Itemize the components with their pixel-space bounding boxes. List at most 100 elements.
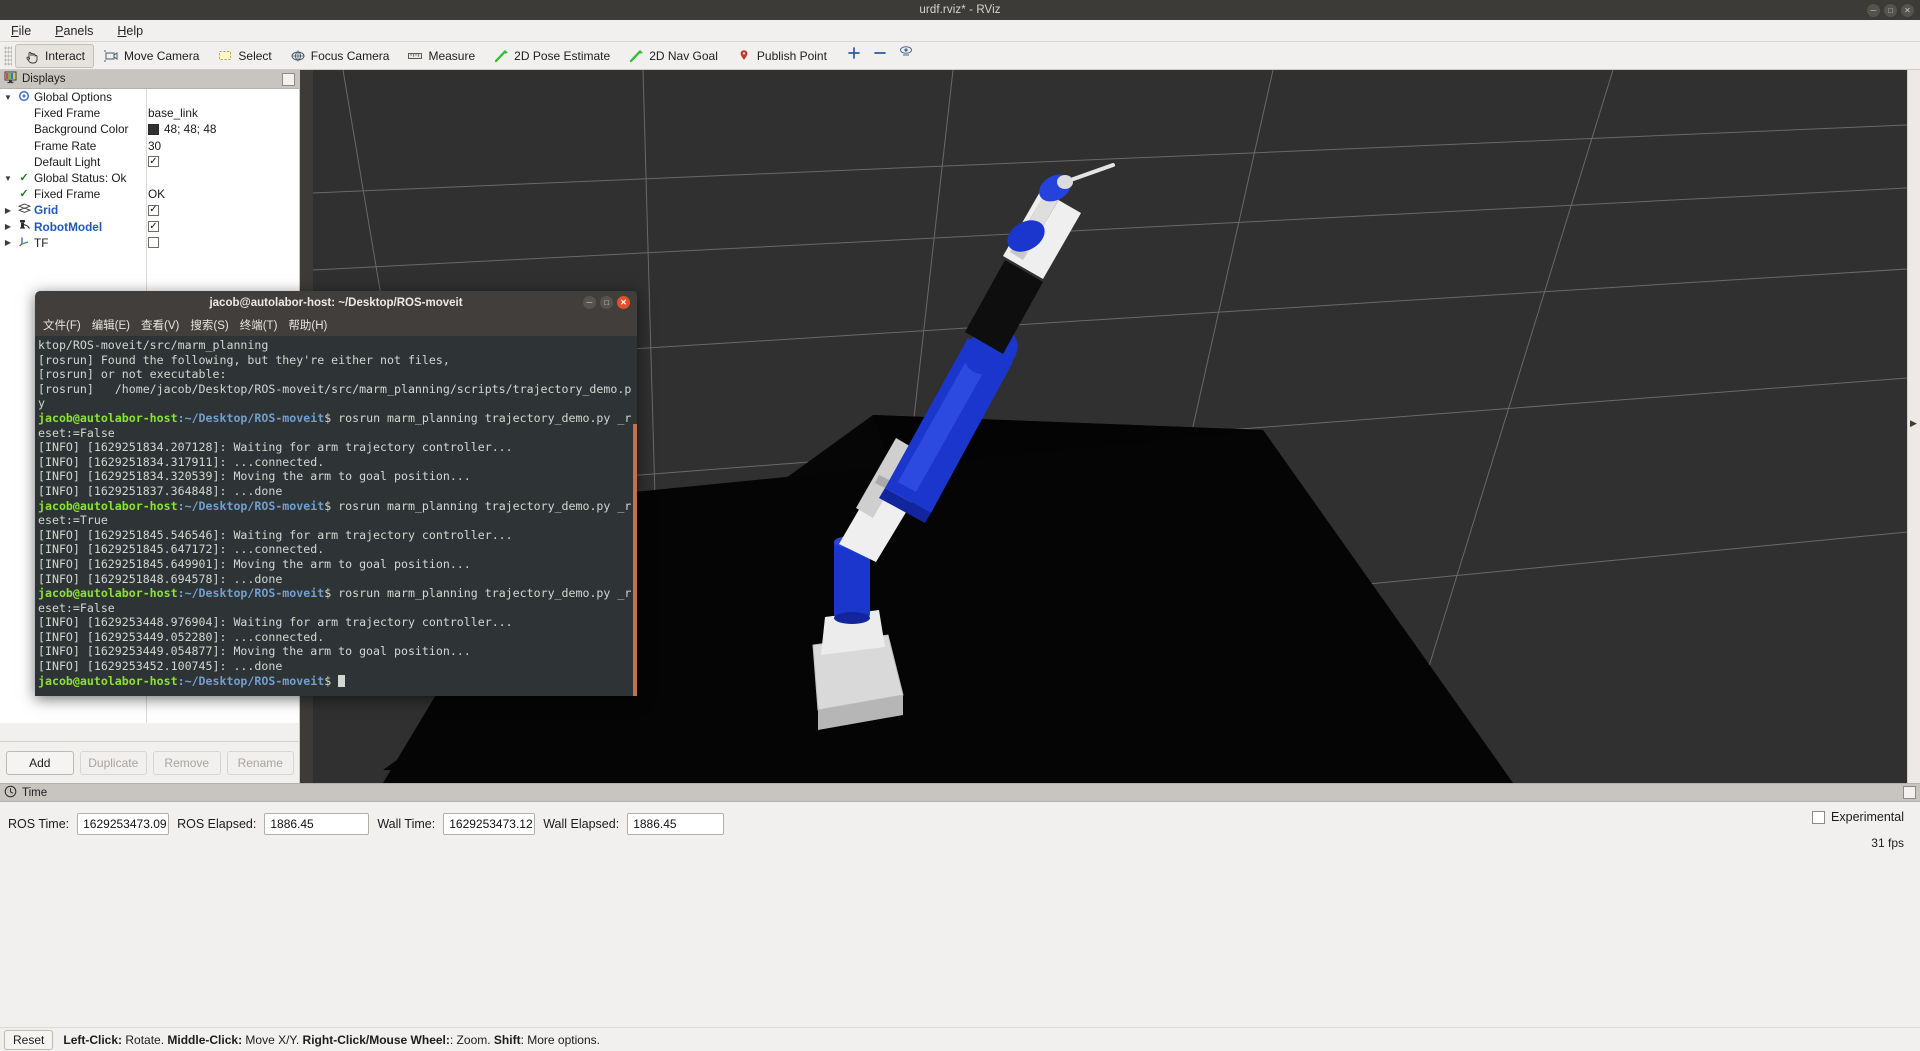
terminal-prompt-user: jacob@autolabor-host — [38, 498, 178, 513]
main-toolbar: Interact Move Camera Select Focus Camera… — [0, 42, 1920, 70]
hint-segment: Move X/Y. — [242, 1032, 303, 1047]
grid-checkbox[interactable]: ✓ — [148, 204, 159, 216]
color-swatch[interactable] — [148, 123, 159, 135]
fixed-frame-status-value: OK — [148, 187, 166, 202]
terminal-close-icon[interactable]: ✕ — [617, 296, 630, 309]
tree-label: Default Light — [34, 154, 101, 169]
ros-elapsed-field[interactable]: 1886.45 — [264, 813, 370, 835]
tool-move-camera[interactable]: Move Camera — [94, 44, 208, 68]
chevron-right-icon[interactable]: ▶ — [0, 238, 16, 247]
time-float-button[interactable] — [1903, 786, 1916, 799]
ros-time-field[interactable]: 1629253473.09 — [77, 813, 170, 835]
menu-file[interactable]: File — [8, 23, 34, 39]
tree-value[interactable]: base_link — [148, 106, 198, 120]
rviz-application: urdf.rviz* - RViz ─ □ ✕ File Panels Help… — [0, 0, 1920, 1051]
tree-row-grid[interactable]: ▶ Grid ✓ — [0, 202, 299, 218]
tree-row-global-options[interactable]: ▼ Global Options — [0, 89, 299, 105]
tree-row-frame-rate[interactable]: Frame Rate 30 — [0, 138, 299, 154]
terminal-menu-edit[interactable]: 编辑(E) — [92, 317, 130, 333]
tree-value[interactable]: ✓ — [148, 156, 159, 168]
experimental-checkbox[interactable] — [1812, 810, 1826, 824]
window-controls: ─ □ ✕ — [1867, 4, 1914, 17]
tf-checkbox[interactable] — [148, 237, 159, 249]
tool-focus-camera[interactable]: Focus Camera — [281, 44, 399, 68]
terminal-minimize-icon[interactable]: ─ — [583, 296, 596, 309]
tree-label: Fixed Frame — [34, 187, 101, 202]
terminal-menu-view[interactable]: 查看(V) — [141, 317, 179, 333]
hint-segment: Shift — [493, 1032, 521, 1047]
duplicate-button[interactable]: Duplicate — [79, 750, 147, 775]
tree-value[interactable]: 48; 48; 48 — [148, 122, 216, 136]
terminal-menu-search[interactable]: 搜索(S) — [190, 317, 228, 333]
minimize-icon[interactable]: ─ — [1867, 4, 1880, 17]
terminal-window[interactable]: jacob@autolabor-host: ~/Desktop/ROS-move… — [35, 291, 637, 696]
robotmodel-checkbox[interactable]: ✓ — [148, 221, 159, 233]
terminal-menu-file[interactable]: 文件(F) — [43, 317, 81, 333]
plus-icon[interactable] — [846, 45, 862, 66]
add-button[interactable]: Add — [6, 750, 74, 775]
rename-button[interactable]: Rename — [226, 750, 294, 775]
menu-panels[interactable]: Panels — [52, 23, 96, 39]
chevron-right-icon[interactable]: ▶ — [1910, 418, 1917, 429]
terminal-output[interactable]: ktop/ROS-moveit/src/marm_planning [rosru… — [35, 336, 637, 696]
status-bar: Reset Left-Click: Rotate. Middle-Click: … — [0, 1027, 1920, 1051]
displays-panel-header: Displays — [0, 70, 299, 89]
displays-panel-icon — [4, 71, 17, 87]
remove-button[interactable]: Remove — [153, 750, 221, 775]
viewport-right-scrollbar[interactable]: ▶ — [1907, 70, 1920, 783]
reset-button[interactable]: Reset — [4, 1029, 54, 1050]
maximize-icon[interactable]: □ — [1884, 4, 1897, 17]
toolbar-grip[interactable] — [4, 45, 12, 66]
tree-row-default-light[interactable]: Default Light ✓ — [0, 154, 299, 170]
tree-label: TF — [34, 235, 49, 250]
minus-icon[interactable] — [872, 45, 888, 66]
chevron-right-icon[interactable]: ▶ — [0, 222, 16, 231]
check-icon: ✓ — [19, 187, 29, 200]
tool-2d-pose-estimate[interactable]: 2D Pose Estimate — [484, 44, 619, 68]
eye-icon[interactable] — [898, 43, 914, 68]
robot-icon — [16, 219, 32, 234]
experimental-toggle[interactable]: Experimental — [1812, 810, 1904, 824]
tree-row-background-color[interactable]: Background Color 48; 48; 48 — [0, 121, 299, 137]
displays-float-button[interactable] — [282, 72, 295, 86]
menu-file-label: ile — [18, 23, 32, 38]
terminal-scrollbar[interactable] — [633, 336, 637, 696]
tool-publish-point[interactable]: Publish Point — [727, 44, 836, 68]
tree-row-fixed-frame-status[interactable]: ✓ Fixed Frame OK — [0, 186, 299, 202]
tool-select[interactable]: Select — [208, 44, 280, 68]
terminal-prompt-path: :~/Desktop/ROS-moveit — [177, 498, 325, 513]
default-light-checkbox[interactable]: ✓ — [148, 156, 159, 168]
tree-value[interactable] — [148, 237, 159, 249]
tree-value[interactable]: ✓ — [148, 204, 159, 216]
terminal-scrollbar-thumb[interactable] — [633, 424, 637, 696]
tool-measure[interactable]: Measure — [398, 44, 484, 68]
wall-time-field[interactable]: 1629253473.12 — [443, 813, 536, 835]
tool-interact[interactable]: Interact — [15, 43, 95, 68]
tool-2d-nav-goal[interactable]: 2D Nav Goal — [619, 44, 727, 68]
chevron-down-icon[interactable]: ▼ — [0, 93, 16, 102]
tree-value[interactable]: 30 — [148, 139, 161, 153]
terminal-menu-help[interactable]: 帮助(H) — [288, 317, 327, 333]
tree-row-global-status[interactable]: ▼ ✓ Global Status: Ok — [0, 170, 299, 186]
ros-time-label: ROS Time: — [8, 817, 70, 831]
tool-publish-point-label: Publish Point — [756, 48, 827, 63]
terminal-maximize-icon[interactable]: □ — [600, 296, 613, 309]
menu-help[interactable]: Help — [114, 23, 146, 39]
selection-rectangle-icon — [217, 48, 233, 64]
close-icon[interactable]: ✕ — [1901, 4, 1914, 17]
tree-value: OK — [148, 187, 165, 201]
time-panel-header: Time — [0, 783, 1920, 802]
tree-row-robotmodel[interactable]: ▶ RobotModel ✓ — [0, 219, 299, 235]
fixed-frame-value: base_link — [148, 106, 198, 121]
chevron-right-icon[interactable]: ▶ — [0, 206, 16, 215]
tree-value[interactable]: ✓ — [148, 221, 159, 233]
wall-elapsed-field[interactable]: 1886.45 — [627, 813, 725, 835]
chevron-down-icon[interactable]: ▼ — [0, 174, 16, 183]
terminal-menu-terminal[interactable]: 终端(T) — [240, 317, 278, 333]
terminal-prompt-path: :~/Desktop/ROS-moveit — [177, 673, 325, 688]
focus-camera-icon — [290, 48, 306, 64]
tree-row-tf[interactable]: ▶ TF — [0, 235, 299, 251]
tree-row-fixed-frame[interactable]: Fixed Frame base_link — [0, 105, 299, 121]
terminal-cursor — [338, 674, 346, 687]
tool-2d-pose-estimate-label: 2D Pose Estimate — [514, 48, 611, 63]
